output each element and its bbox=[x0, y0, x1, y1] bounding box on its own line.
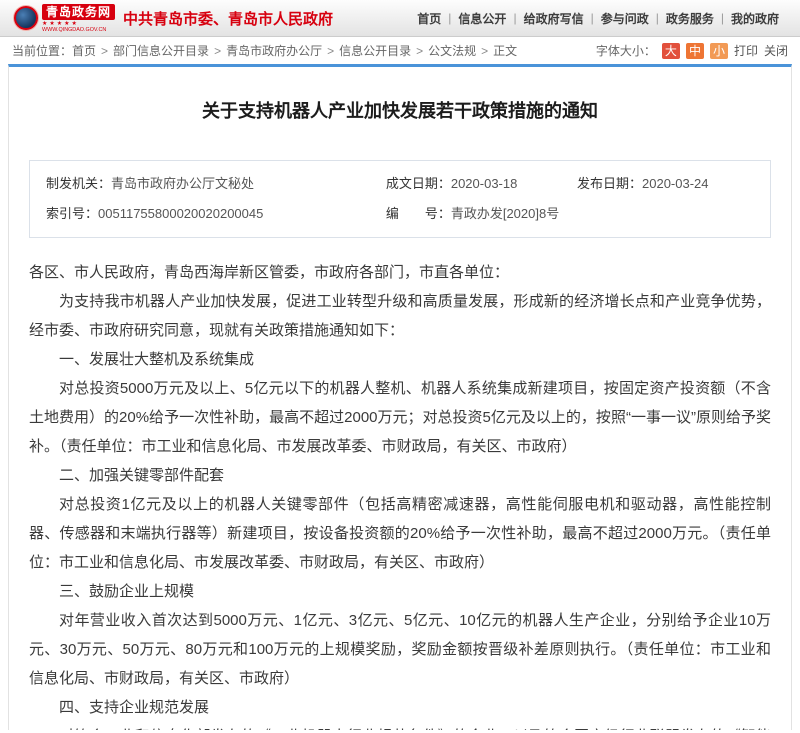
date-written-label: 成文日期： bbox=[386, 176, 451, 191]
top-nav-item[interactable]: 首页 bbox=[417, 10, 441, 27]
top-nav: 首页 | 信息公开 | 给政府写信 | 参与问政 | 政务服务 | 我的政府 bbox=[410, 10, 786, 27]
document-title: 关于支持机器人产业加快发展若干政策措施的通知 bbox=[39, 97, 761, 123]
breadcrumb-item[interactable]: 信息公开目录 bbox=[339, 44, 411, 58]
site-header: 青岛政务网 ★★★★★ WWW.QINGDAO.GOV.CN 中共青岛市委、青岛… bbox=[0, 0, 800, 37]
breadcrumb-row: 当前位置： 首页 > 部门信息公开目录 > 青岛市政府办公厅 > 信息公开目录 > 公文法规 > 正… bbox=[0, 37, 800, 64]
document-paragraph: 对年营业收入首次达到5000万元、1亿元、3亿元、5亿元、10亿元的机器人生产企… bbox=[29, 606, 771, 693]
index-label: 索引号： bbox=[46, 206, 98, 221]
breadcrumb-separator: > bbox=[481, 44, 488, 58]
document-paragraph: 四、支持企业规范发展 bbox=[29, 693, 771, 722]
site-url: WWW.QINGDAO.GOV.CN bbox=[42, 27, 108, 32]
meta-doc-no: 编 号：青政办发[2020]8号 bbox=[386, 199, 577, 229]
document-paragraph: 三、鼓励企业上规模 bbox=[29, 577, 771, 606]
document-body: 各区、市人民政府，青岛西海岸新区管委，市政府各部门，市直各单位：为支持我市机器人… bbox=[29, 258, 771, 730]
site-logo[interactable]: 青岛政务网 ★★★★★ WWW.QINGDAO.GOV.CN 中共青岛市委、青岛… bbox=[14, 4, 333, 33]
issuer-label: 制发机关： bbox=[46, 176, 111, 191]
globe-logo-icon bbox=[14, 6, 38, 30]
breadcrumb: 首页 > 部门信息公开目录 > 青岛市政府办公厅 > 信息公开目录 > 公文法规 > 正文 bbox=[72, 42, 517, 59]
breadcrumb-item[interactable]: 部门信息公开目录 bbox=[113, 44, 209, 58]
meta-row: 索引号：00511755800020020200045 编 号：青政办发[202… bbox=[46, 199, 754, 229]
breadcrumb-item[interactable]: 公文法规 bbox=[428, 44, 476, 58]
meta-date-written: 成文日期：2020-03-18 bbox=[386, 169, 577, 199]
font-small-button[interactable]: 小 bbox=[710, 43, 728, 59]
meta-row: 制发机关：青岛市政府办公厅文秘处 成文日期：2020-03-18 发布日期：20… bbox=[46, 169, 754, 199]
close-button[interactable]: 关闭 bbox=[764, 42, 788, 59]
nav-separator: | bbox=[448, 11, 451, 25]
doc-no-value: 青政办发[2020]8号 bbox=[451, 206, 559, 221]
document-paragraph: 对总投资1亿元及以上的机器人关键零部件（包括高精密减速器，高性能伺服电机和驱动器… bbox=[29, 490, 771, 577]
page: 青岛政务网 ★★★★★ WWW.QINGDAO.GOV.CN 中共青岛市委、青岛… bbox=[0, 0, 800, 733]
top-nav-item[interactable]: 给政府写信 bbox=[524, 10, 584, 27]
index-value: 00511755800020020200045 bbox=[98, 206, 263, 221]
date-published-value: 2020-03-24 bbox=[642, 176, 709, 191]
site-name: 青岛政务网 bbox=[42, 4, 115, 20]
top-nav-item[interactable]: 参与问政 bbox=[601, 10, 649, 27]
breadcrumb-prefix: 当前位置： bbox=[12, 42, 72, 59]
document-paragraph: 各区、市人民政府，青岛西海岸新区管委，市政府各部门，市直各单位： bbox=[29, 258, 771, 287]
font-large-button[interactable]: 大 bbox=[662, 43, 680, 59]
date-written-value: 2020-03-18 bbox=[451, 176, 518, 191]
breadcrumb-separator: > bbox=[327, 44, 334, 58]
font-medium-button[interactable]: 中 bbox=[686, 43, 704, 59]
breadcrumb-separator: > bbox=[101, 44, 108, 58]
meta-date-published: 发布日期：2020-03-24 bbox=[577, 169, 754, 199]
print-button[interactable]: 打印 bbox=[734, 42, 758, 59]
breadcrumb-item[interactable]: 青岛市政府办公厅 bbox=[226, 44, 322, 58]
org-title: 中共青岛市委、青岛市人民政府 bbox=[123, 8, 333, 29]
nav-separator: | bbox=[513, 11, 516, 25]
nav-separator: | bbox=[721, 11, 724, 25]
document-paragraph: 二、加强关键零部件配套 bbox=[29, 461, 771, 490]
meta-index: 索引号：00511755800020020200045 bbox=[46, 199, 386, 229]
logo-text: 青岛政务网 ★★★★★ WWW.QINGDAO.GOV.CN bbox=[42, 4, 115, 33]
document-meta-box: 制发机关：青岛市政府办公厅文秘处 成文日期：2020-03-18 发布日期：20… bbox=[29, 160, 771, 238]
top-nav-item[interactable]: 我的政府 bbox=[731, 10, 779, 27]
page-toolbar: 字体大小： 大 中 小 打印 关闭 bbox=[596, 42, 788, 59]
breadcrumb-separator: > bbox=[214, 44, 221, 58]
breadcrumb-item[interactable]: 首页 bbox=[72, 44, 96, 58]
logo-stars: ★★★★★ bbox=[42, 21, 115, 27]
top-nav-item[interactable]: 信息公开 bbox=[458, 10, 506, 27]
document-paragraph: 对符合工业和信息化部发布的《工业机器人行业规范条件》的企业，以及符合国家级行业联… bbox=[29, 722, 771, 730]
breadcrumb-separator: > bbox=[416, 44, 423, 58]
breadcrumb-item: 正文 bbox=[493, 44, 517, 58]
document-paragraph: 对总投资5000万元及以上、5亿元以下的机器人整机、机器人系统集成新建项目，按固… bbox=[29, 374, 771, 461]
nav-separator: | bbox=[656, 11, 659, 25]
doc-no-label: 编 号： bbox=[386, 206, 451, 221]
issuer-value: 青岛市政府办公厅文秘处 bbox=[111, 176, 254, 191]
font-size-label: 字体大小： bbox=[596, 42, 656, 59]
date-published-label: 发布日期： bbox=[577, 176, 642, 191]
top-nav-item[interactable]: 政务服务 bbox=[666, 10, 714, 27]
document-content-box: 关于支持机器人产业加快发展若干政策措施的通知 制发机关：青岛市政府办公厅文秘处 … bbox=[8, 64, 792, 730]
document-paragraph: 一、发展壮大整机及系统集成 bbox=[29, 345, 771, 374]
meta-issuer: 制发机关：青岛市政府办公厅文秘处 bbox=[46, 169, 386, 199]
document-paragraph: 为支持我市机器人产业加快发展，促进工业转型升级和高质量发展，形成新的经济增长点和… bbox=[29, 287, 771, 345]
nav-separator: | bbox=[591, 11, 594, 25]
